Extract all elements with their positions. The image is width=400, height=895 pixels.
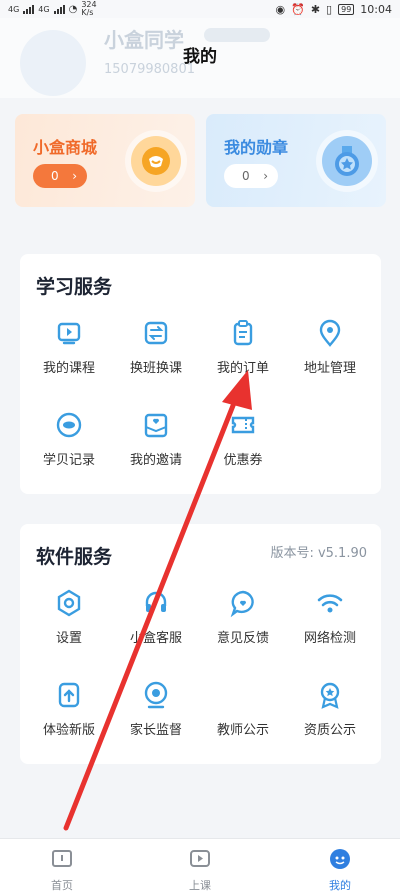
coin-icon (56, 412, 82, 438)
chevron-right-icon: › (263, 169, 268, 183)
my-orders-label: 我的订单 (216, 361, 269, 376)
wifi-icon (317, 594, 343, 613)
alarm-icon: ⏰ (291, 2, 305, 16)
qualification-label: 资质公示 (303, 723, 356, 738)
net-speed: 324 K/s (81, 0, 97, 17)
tab-home-label: 首页 (51, 879, 73, 892)
user-face-icon (330, 849, 350, 869)
software-services-title: 软件服务 (36, 546, 113, 568)
address-label: 地址管理 (303, 361, 356, 376)
coupon-label: 优惠券 (223, 453, 263, 468)
parent-supervision-label: 家长监督 (129, 723, 182, 738)
store-card[interactable]: 小盒商城 0 › (15, 114, 195, 207)
play-icon (190, 850, 210, 867)
chevron-right-icon: › (72, 169, 77, 183)
medal-count-pill[interactable]: 0 › (224, 164, 278, 188)
swap-icon (144, 321, 168, 345)
book-icon (52, 850, 72, 867)
upgrade-icon (58, 682, 80, 708)
medal-card-title: 我的勋章 (224, 138, 289, 157)
tab-class[interactable]: 上课 (160, 847, 240, 893)
try-new-version-label: 体验新版 (42, 723, 95, 738)
headset-icon (145, 591, 167, 612)
feedback-item[interactable]: 意见反馈 (199, 588, 287, 648)
address-item[interactable]: 地址管理 (286, 318, 374, 378)
camera-eye-icon (144, 681, 168, 709)
teacher-icon (228, 680, 258, 710)
settings-label: 设置 (55, 631, 82, 646)
network-type-2: 4G (38, 4, 50, 14)
play-screen-icon (57, 322, 81, 345)
vibrate-icon: ▯ (326, 2, 333, 16)
store-card-title: 小盒商城 (33, 138, 98, 157)
location-pin-icon (319, 319, 341, 347)
learning-services-title: 学习服务 (36, 276, 113, 298)
wifi-status-icon: ◔ (68, 3, 78, 15)
learning-services-panel: 学习服务 我的课程 换班换课 我的订单 地址管理 学贝记录 我的邀请 优惠券 (20, 254, 381, 494)
teacher-notice-item[interactable]: 教师公示 (199, 680, 287, 740)
eye-icon: ◉ (275, 2, 286, 16)
invite-icon (144, 413, 168, 438)
coupon-item[interactable]: 优惠券 (199, 410, 287, 470)
my-courses-item[interactable]: 我的课程 (25, 318, 113, 378)
hexagon-gear-icon (57, 589, 81, 617)
coupon-icon (231, 416, 255, 434)
bluetooth-icon: ✱ (310, 2, 321, 16)
tab-mine[interactable]: 我的 (300, 847, 380, 893)
tab-home[interactable]: 首页 (22, 847, 102, 893)
store-count-pill[interactable]: 0 › (33, 164, 87, 188)
medal-count: 0 (242, 169, 250, 183)
my-invite-label: 我的邀请 (129, 453, 182, 468)
clock: 10:04 (360, 2, 392, 16)
feedback-label: 意见反馈 (216, 631, 269, 646)
page-title: 我的 (183, 47, 217, 67)
network-check-item[interactable]: 网络检测 (286, 588, 374, 648)
teacher-notice-label: 教师公示 (216, 723, 269, 738)
version-number: 版本号: v5.1.90 (270, 546, 367, 561)
customer-service-label: 小盒客服 (129, 631, 182, 646)
coin-record-item[interactable]: 学贝记录 (25, 410, 113, 470)
tab-class-label: 上课 (189, 879, 211, 892)
qualification-item[interactable]: 资质公示 (286, 680, 374, 740)
store-bag-icon (131, 136, 181, 186)
try-new-version-item[interactable]: 体验新版 (25, 680, 113, 740)
my-orders-item[interactable]: 我的订单 (199, 318, 287, 378)
software-services-panel: 软件服务 版本号: v5.1.90 设置 小盒客服 意见反馈 网络检测 体验新版… (20, 524, 381, 764)
medal-icon (322, 136, 372, 186)
switch-class-item[interactable]: 换班换课 (112, 318, 200, 378)
signal-icon-2 (53, 4, 65, 14)
tab-mine-label: 我的 (329, 879, 351, 892)
bottom-tab-bar: 首页 上课 我的 (0, 838, 400, 895)
network-check-label: 网络检测 (303, 631, 356, 646)
parent-supervision-item[interactable]: 家长监督 (112, 680, 200, 740)
medal-card[interactable]: 我的勋章 0 › (206, 114, 386, 207)
settings-item[interactable]: 设置 (25, 588, 113, 648)
customer-service-item[interactable]: 小盒客服 (112, 588, 200, 648)
network-type-1: 4G (8, 4, 20, 14)
profile-header: 小盒同学 15079980801 我的 (0, 18, 400, 98)
status-bar: 4G 4G ◔ 324 K/s ◉ ⏰ ✱ ▯ 99 10:04 (0, 0, 400, 18)
my-courses-label: 我的课程 (42, 361, 95, 376)
store-count: 0 (51, 169, 59, 183)
signal-icon (23, 4, 35, 14)
clipboard-icon (233, 320, 253, 346)
battery-icon: 99 (338, 3, 355, 15)
user-badge (204, 28, 270, 42)
chat-bubble-icon (230, 590, 254, 618)
coin-record-label: 学贝记录 (42, 453, 95, 468)
award-icon (320, 682, 340, 709)
switch-class-label: 换班换课 (129, 361, 182, 376)
my-invite-item[interactable]: 我的邀请 (112, 410, 200, 470)
